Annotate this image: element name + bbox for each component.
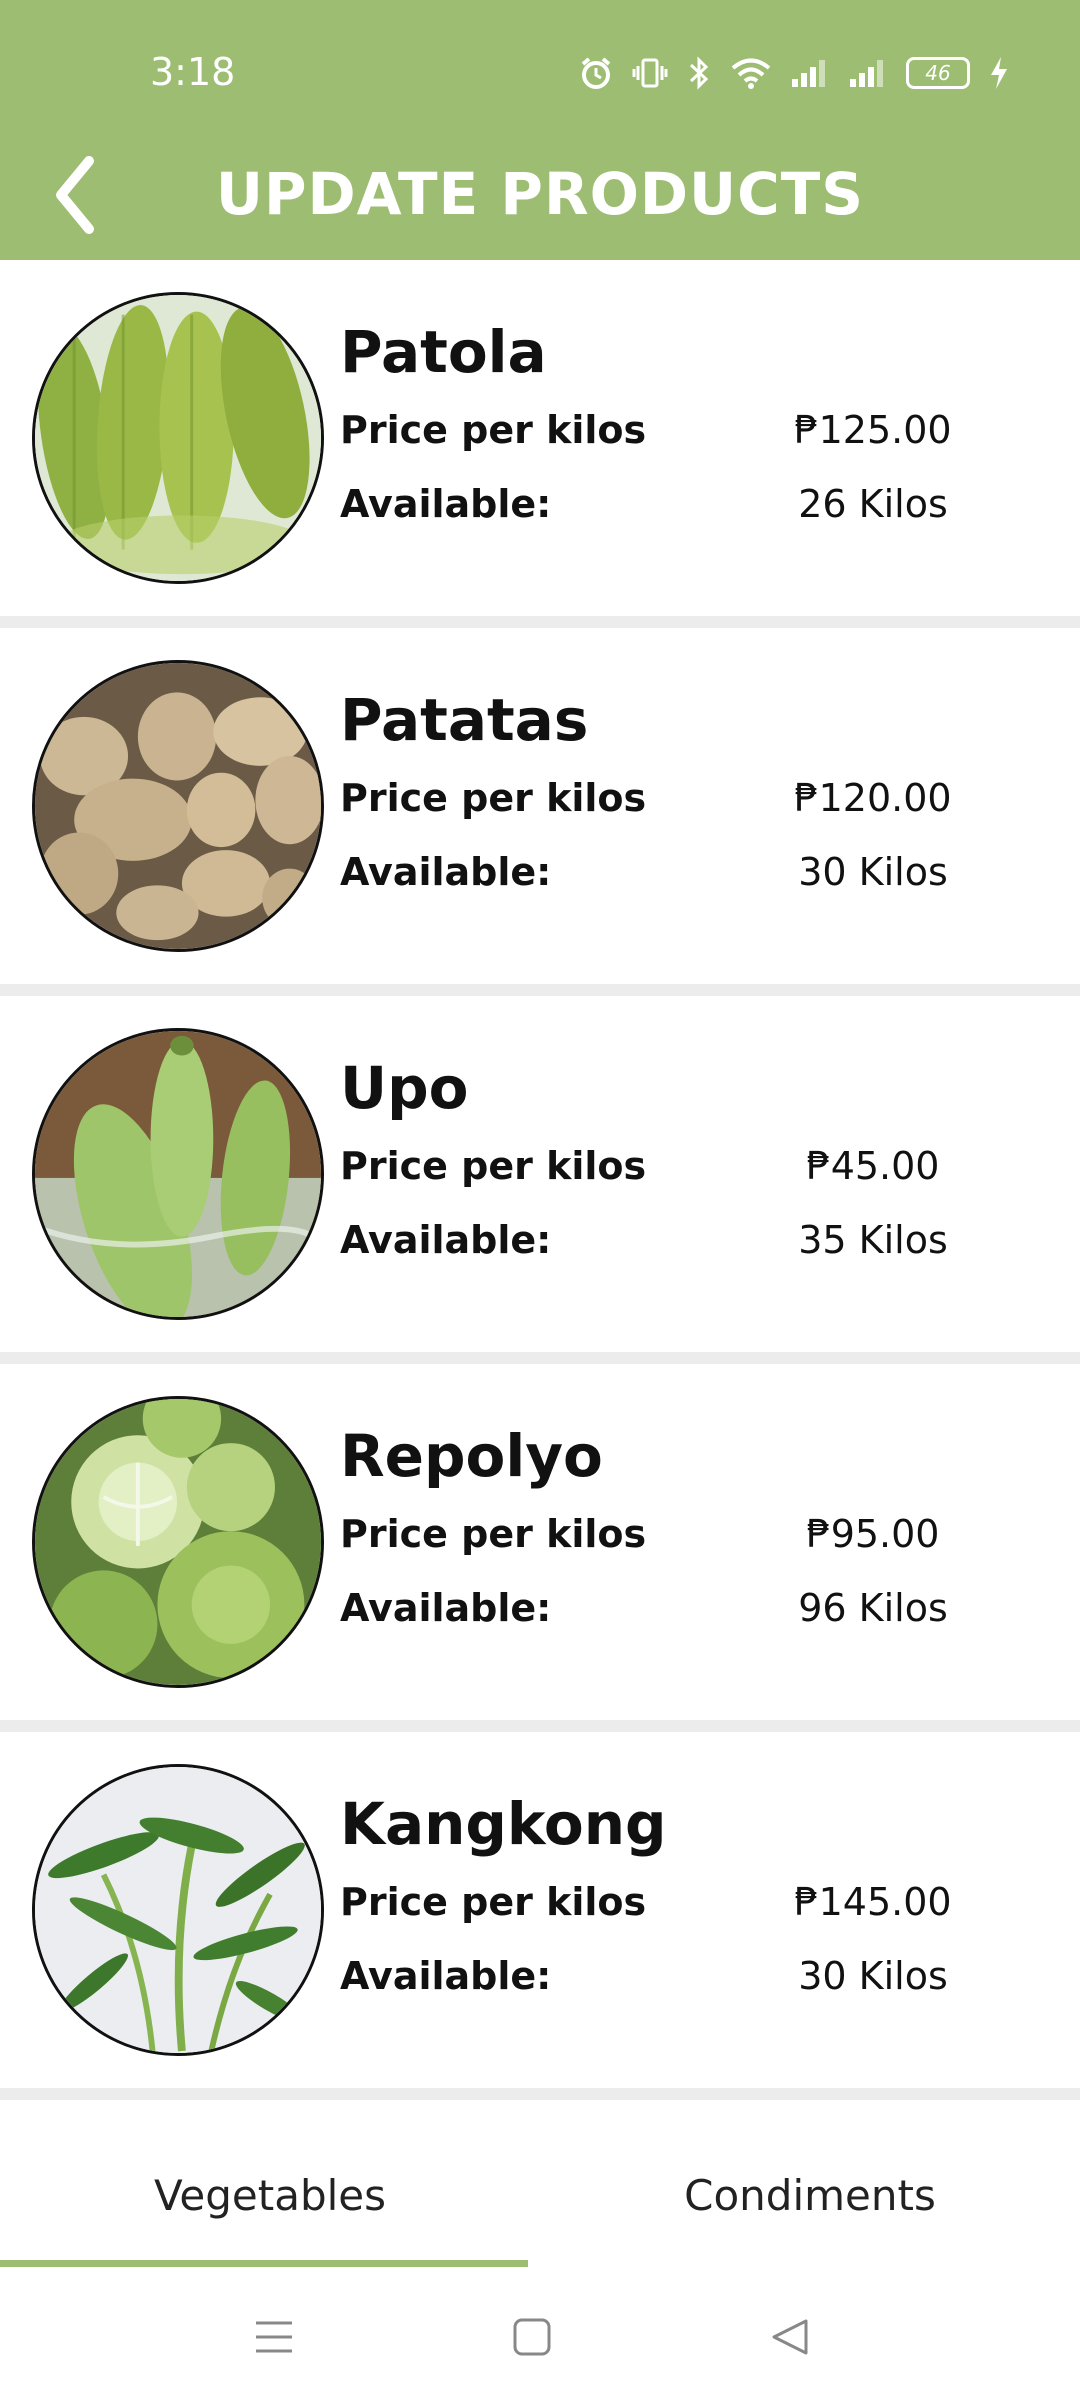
repolyo-image <box>35 1399 321 1685</box>
product-card-kangkong[interactable]: Kangkong Price per kilos ₱145.00 Availab… <box>0 1732 1080 2088</box>
nav-menu-button[interactable] <box>234 2302 314 2372</box>
product-card-partial[interactable] <box>0 2100 1080 2120</box>
price-value: ₱120.00 <box>794 776 952 820</box>
kangkong-image <box>35 1767 321 2053</box>
price-value: ₱145.00 <box>794 1880 952 1924</box>
tab-vegetables[interactable]: Vegetables <box>0 2120 540 2270</box>
status-time: 3:18 <box>150 50 236 94</box>
product-name: Upo <box>340 1054 469 1122</box>
menu-icon <box>256 2321 292 2353</box>
upo-image <box>35 1031 321 1317</box>
product-image-repolyo <box>32 1396 324 1688</box>
patola-image <box>35 295 321 581</box>
signal-icon <box>792 60 825 87</box>
available-value: 30 Kilos <box>798 1954 948 1998</box>
price-label: Price per kilos <box>340 776 647 820</box>
product-card-upo[interactable]: Upo Price per kilos ₱45.00 Available: 35… <box>0 996 1080 1352</box>
bluetooth-icon <box>689 56 709 90</box>
status-icons: 46 <box>578 48 1010 98</box>
wifi-icon <box>731 58 771 89</box>
system-nav-bar <box>0 2270 1080 2400</box>
product-image-patola <box>32 292 324 584</box>
available-label: Available: <box>340 1586 552 1630</box>
battery-icon: 46 <box>906 57 970 89</box>
app-header: 3:18 46 UPDATE PRODUCTS <box>0 0 1080 260</box>
category-tabs: Vegetables Condiments <box>0 2120 1080 2270</box>
product-image-kangkong <box>32 1764 324 2056</box>
tab-condiments[interactable]: Condiments <box>540 2120 1080 2270</box>
available-value: 35 Kilos <box>798 1218 948 1262</box>
nav-back-button[interactable] <box>750 2302 830 2372</box>
available-label: Available: <box>340 1218 552 1262</box>
product-name: Repolyo <box>340 1422 603 1490</box>
price-value: ₱125.00 <box>794 408 952 452</box>
alarm-icon <box>581 57 611 89</box>
available-value: 26 Kilos <box>798 482 948 526</box>
price-label: Price per kilos <box>340 1880 647 1924</box>
signal-icon <box>850 60 883 87</box>
back-triangle-icon <box>772 2319 808 2355</box>
price-label: Price per kilos <box>340 1512 647 1556</box>
product-image-patatas <box>32 660 324 952</box>
product-card-patatas[interactable]: Patatas Price per kilos ₱120.00 Availabl… <box>0 628 1080 984</box>
product-name: Kangkong <box>340 1790 667 1858</box>
product-name: Patatas <box>340 686 589 754</box>
available-label: Available: <box>340 482 552 526</box>
page-title: UPDATE PRODUCTS <box>215 160 865 228</box>
product-image-upo <box>32 1028 324 1320</box>
product-name: Patola <box>340 318 547 386</box>
product-card-patola[interactable]: Patola Price per kilos ₱125.00 Available… <box>0 260 1080 616</box>
product-card-repolyo[interactable]: Repolyo Price per kilos ₱95.00 Available… <box>0 1364 1080 1720</box>
available-label: Available: <box>340 850 552 894</box>
price-label: Price per kilos <box>340 408 647 452</box>
status-bar: 3:18 46 <box>0 0 1080 140</box>
price-label: Price per kilos <box>340 1144 647 1188</box>
charging-icon <box>991 57 1007 89</box>
price-value: ₱95.00 <box>806 1512 940 1556</box>
vibrate-icon <box>632 58 668 88</box>
available-label: Available: <box>340 1954 552 1998</box>
price-value: ₱45.00 <box>806 1144 940 1188</box>
home-square-icon <box>513 2318 551 2356</box>
available-value: 96 Kilos <box>798 1586 948 1630</box>
product-list[interactable]: Patola Price per kilos ₱125.00 Available… <box>0 260 1080 2120</box>
nav-home-button[interactable] <box>492 2302 572 2372</box>
patatas-image <box>35 663 321 949</box>
tab-indicator <box>0 2260 528 2267</box>
available-value: 30 Kilos <box>798 850 948 894</box>
